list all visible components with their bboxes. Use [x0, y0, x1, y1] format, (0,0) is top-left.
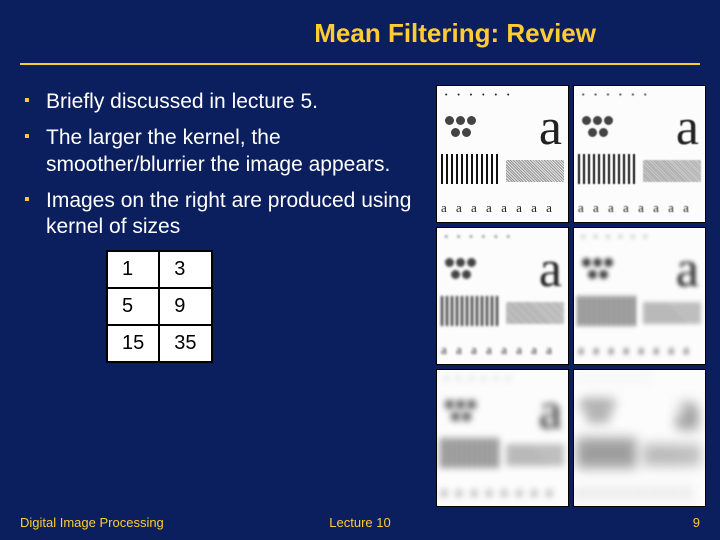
table-cell: 15 — [107, 325, 159, 362]
filtered-image-2: • • • • • • • • • • a a a a a a a a a — [573, 85, 706, 223]
bullet-item: The larger the kernel, the smoother/blur… — [24, 125, 426, 178]
kernel-size-table: 1 3 5 9 15 35 — [106, 250, 213, 363]
footer-page-number: 9 — [693, 515, 700, 530]
slide-title: Mean Filtering: Review — [314, 18, 696, 49]
filtered-image-3: • • • • • • • • • • a a a a a a a a a — [436, 227, 569, 365]
table-cell: 9 — [159, 288, 211, 325]
footer-center: Lecture 10 — [329, 515, 390, 530]
table-row: 15 35 — [107, 325, 212, 362]
footer-left: Digital Image Processing — [20, 515, 164, 530]
table-cell: 3 — [159, 251, 211, 288]
filtered-image-1: • • • • • • • • • • a a a a a a a a a — [436, 85, 569, 223]
bullet-list: Briefly discussed in lecture 5. The larg… — [24, 89, 426, 240]
filtered-image-5: • • • • • • • • • • a a a a a a a a a — [436, 369, 569, 507]
bullet-item: Briefly discussed in lecture 5. — [24, 89, 426, 115]
table-row: 1 3 — [107, 251, 212, 288]
table-cell: 5 — [107, 288, 159, 325]
bullet-item: Images on the right are produced using k… — [24, 188, 426, 241]
table-row: 5 9 — [107, 288, 212, 325]
image-grid: • • • • • • • • • • a a a a a a a a a • … — [436, 85, 706, 507]
filtered-image-4: • • • • • • • • • • a a a a a a a a a — [573, 227, 706, 365]
title-wrap: Mean Filtering: Review — [0, 0, 720, 59]
table-cell: 1 — [107, 251, 159, 288]
table-cell: 35 — [159, 325, 211, 362]
slide-footer: Digital Image Processing Lecture 10 9 — [0, 515, 720, 530]
filtered-image-6: • • • • • • • • • • a a a a a a a a a — [573, 369, 706, 507]
left-column: Briefly discussed in lecture 5. The larg… — [24, 85, 426, 507]
content-area: Briefly discussed in lecture 5. The larg… — [0, 65, 720, 507]
